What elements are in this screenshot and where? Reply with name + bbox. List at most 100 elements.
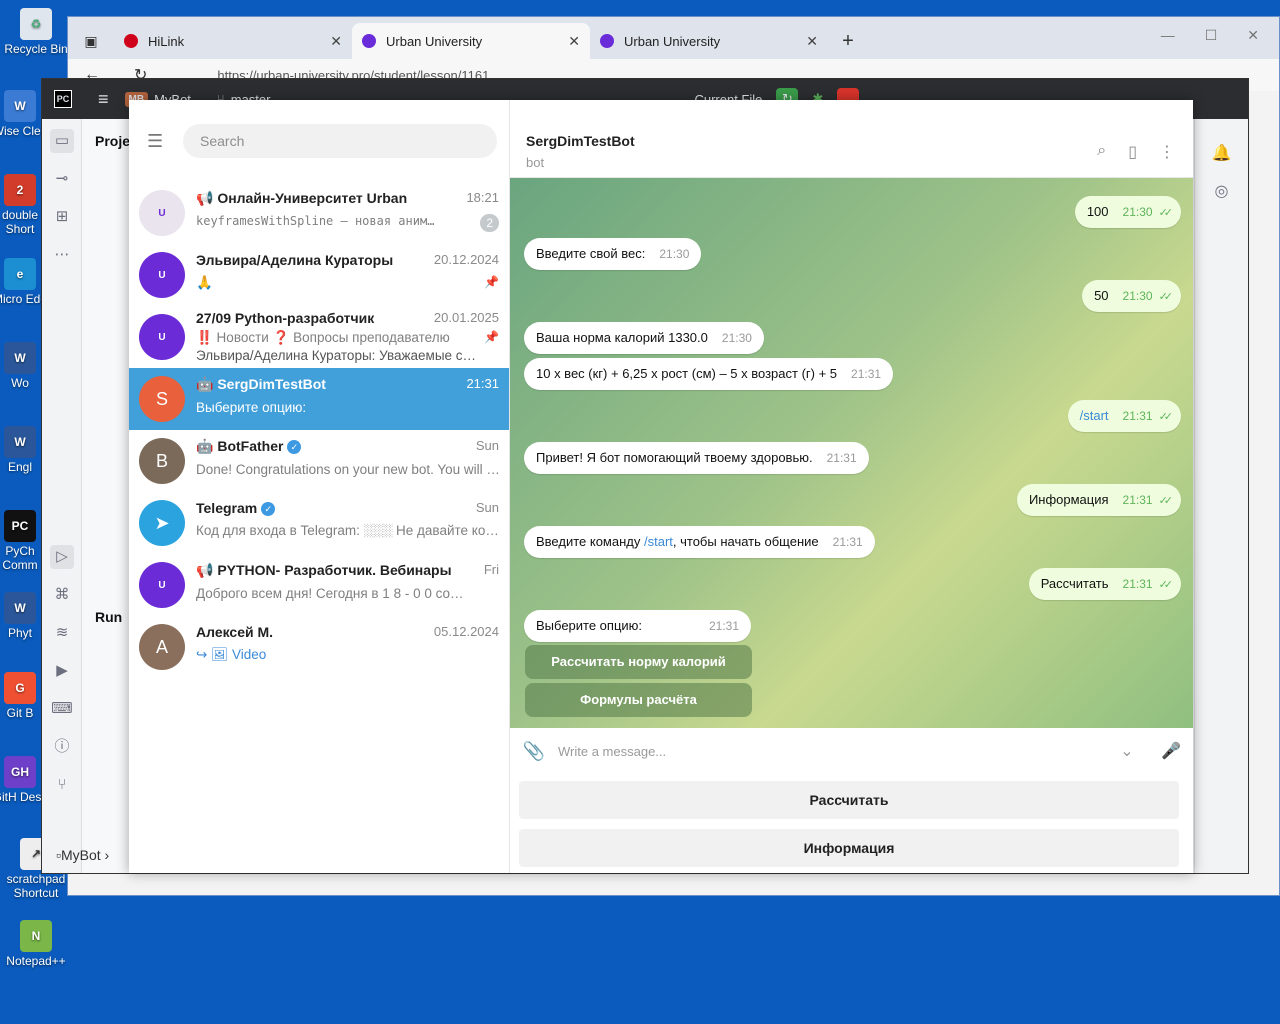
conversation-panel: SergDimTestBot bot ⌕ ▯ ⋮ 100 21:30 ✓✓ Введ… — [510, 100, 1193, 873]
urban-icon — [600, 34, 614, 48]
avatar: U — [139, 314, 185, 360]
pin-icon: 📌 — [484, 275, 499, 289]
message-outgoing[interactable]: Информация 21:31 ✓✓ — [1016, 484, 1181, 516]
search-row: ☰ Search — [129, 100, 509, 182]
chat-name: 27/09 Python-разработчик — [196, 310, 375, 326]
message-outgoing[interactable]: Рассчитать 21:31 ✓✓ — [1028, 568, 1181, 600]
message-incoming[interactable]: Введите команду /start, чтобы начать общ… — [524, 526, 875, 558]
services-icon[interactable]: ▶ — [50, 659, 74, 683]
project-panel-title: Proje — [95, 133, 131, 149]
ai-assistant-icon[interactable]: ◎ — [1210, 181, 1234, 201]
chat-last-message: Эльвира/Аделина Кураторы: Уважаемые с… — [196, 348, 477, 363]
chat-last-message: Код для входа в Telegram: ░░░ Не давайте… — [196, 523, 499, 538]
chat-item-python-group[interactable]: U 27/09 Python-разработчик 20.01.2025 ‼️ … — [129, 306, 509, 368]
bot-icon: 🤖 — [196, 376, 218, 392]
chat-last-message: keyframesWithSpline — новая аним… — [196, 214, 435, 228]
commit-icon[interactable]: ⊸ — [50, 167, 74, 191]
message-incoming[interactable]: Выберите опцию: 21:31 — [524, 610, 751, 642]
chat-name: Эльвира/Аделина Кураторы — [196, 252, 394, 268]
new-tab-button[interactable]: + — [828, 23, 868, 59]
chat-last-message: 🙏 — [196, 275, 213, 290]
terminal-icon[interactable]: ⌨ — [50, 697, 74, 721]
main-menu-icon[interactable]: ≡ — [98, 89, 109, 110]
header-actions: ⌕ ▯ ⋮ — [1097, 142, 1175, 162]
attach-icon[interactable]: 📎 — [510, 741, 558, 762]
message-incoming[interactable]: Привет! Я бот помогающий твоему здоровью… — [524, 442, 869, 474]
more-options-icon[interactable]: ⋮ — [1159, 142, 1175, 162]
message-outgoing[interactable]: 100 21:30 ✓✓ — [1074, 196, 1181, 228]
inline-button-calc-calories[interactable]: Рассчитать норму калорий — [525, 645, 752, 679]
read-checkmarks-icon: ✓✓ — [1158, 579, 1174, 591]
window-controls: — ☐ ✕ — [1161, 27, 1259, 44]
read-checkmarks-icon: ✓✓ — [1158, 291, 1174, 303]
message-incoming[interactable]: 10 х вес (кг) + 6,25 x рост (см) – 5 х в… — [524, 358, 894, 390]
chat-header[interactable]: SergDimTestBot bot ⌕ ▯ ⋮ — [510, 100, 1193, 178]
message-outgoing[interactable]: 50 21:30 ✓✓ — [1082, 280, 1181, 312]
chat-item-aleksey[interactable]: А Алексей М. 05.12.2024 ↪ 🖼 Video — [129, 616, 509, 678]
chat-item-python-webinars[interactable]: U 📢 PYTHON- Разработчик. Вебинары Fri Доб… — [129, 554, 509, 616]
chat-time: Sun — [475, 500, 499, 515]
chat-time: 18:21 — [466, 190, 499, 205]
breadcrumb: ▫MyBot › — [56, 847, 110, 863]
run-tool-icon[interactable]: ▷ — [50, 545, 74, 569]
search-input[interactable]: Search — [183, 124, 497, 158]
chat-last-message: Выберите опцию: — [196, 400, 307, 415]
reply-keyboard-calc-button[interactable]: Рассчитать — [519, 781, 1179, 819]
hamburger-menu-icon[interactable]: ☰ — [147, 131, 165, 152]
close-icon[interactable]: ✕ — [330, 33, 342, 50]
tab-urban-university[interactable]: Urban University ✕ — [590, 23, 828, 59]
start-command-link[interactable]: /start — [644, 534, 673, 549]
tab-hilink[interactable]: HiLink ✕ — [114, 23, 352, 59]
reply-keyboard-info-button[interactable]: Информация — [519, 829, 1179, 867]
message-composer: 📎 Write a message... ⌄ 🎤 — [510, 728, 1193, 774]
minimize-icon[interactable]: — — [1161, 27, 1175, 44]
avatar: U — [139, 562, 185, 608]
inline-button-formulas[interactable]: Формулы расчёта — [525, 683, 752, 717]
avatar: А — [139, 624, 185, 670]
tab-actions-icon[interactable]: ▣ — [68, 23, 114, 59]
maximize-icon[interactable]: ☐ — [1205, 27, 1218, 44]
chat-name: SergDimTestBot — [217, 376, 326, 392]
structure-icon[interactable]: ⊞ — [50, 205, 74, 229]
message-outgoing[interactable]: /start 21:31 ✓✓ — [1067, 400, 1181, 432]
message-incoming[interactable]: Введите свой вес: 21:30 — [524, 238, 702, 270]
project-folder-icon[interactable]: ▭ — [50, 129, 74, 153]
chat-item-urban[interactable]: U 📢 Онлайн-Университет Urban 18:21 keyfra… — [129, 182, 509, 244]
read-checkmarks-icon: ✓✓ — [1158, 495, 1174, 507]
close-icon[interactable]: ✕ — [806, 33, 818, 50]
chat-last-message: Доброго всем дня! Сегодня в 1 8 - 0 0 со… — [196, 586, 464, 601]
microphone-icon[interactable]: 🎤 — [1149, 741, 1193, 761]
message-input[interactable]: Write a message... — [558, 744, 1105, 759]
read-checkmarks-icon: ✓✓ — [1158, 207, 1174, 219]
avatar: U — [139, 190, 185, 236]
problems-icon[interactable]: ⓘ — [50, 735, 74, 759]
message-incoming[interactable]: Ваша норма калорий 1330.0 21:30 — [524, 322, 764, 354]
git-icon[interactable]: ⑂ — [50, 773, 74, 797]
chat-item-curators[interactable]: U Эльвира/Аделина Кураторы 20.12.2024 🙏 📌 — [129, 244, 509, 306]
notifications-icon[interactable]: 🔔 — [1210, 143, 1234, 163]
close-icon[interactable]: ✕ — [568, 33, 580, 50]
bot-icon: 🤖 — [196, 438, 218, 454]
chat-item-sergdimtestbot[interactable]: S 🤖 SergDimTestBot 21:31 Выберите опцию: — [129, 368, 509, 430]
python-console-icon[interactable]: ⌘ — [50, 583, 74, 607]
recycle-bin-icon[interactable]: ♻ Recycle Bin — [0, 8, 72, 56]
keyboard-toggle-icon[interactable]: ⌄ — [1105, 741, 1149, 761]
sidebar-toggle-icon[interactable]: ▯ — [1128, 142, 1137, 162]
chat-item-botfather[interactable]: B 🤖 BotFather ✓ Sun Done! Congratulations … — [129, 430, 509, 492]
telegram-window: — ☐ ✕ ☰ Search U 📢 Онлайн-Университет Ur… — [129, 100, 1193, 873]
notepad-plus-plus-icon[interactable]: N Notepad++ — [0, 920, 72, 968]
chat-name: Telegram — [196, 500, 258, 516]
chat-item-telegram[interactable]: ➤ Telegram ✓ Sun Код для входа в Telegram:… — [129, 492, 509, 554]
unread-badge: 2 — [480, 214, 499, 232]
chat-time: 20.01.2025 — [433, 310, 499, 325]
search-icon[interactable]: ⌕ — [1097, 142, 1106, 162]
chat-last-message: ↪ 🖼 Video — [196, 647, 267, 662]
telegram-logo-icon: ➤ — [139, 500, 185, 546]
tab-urban-university-active[interactable]: Urban University ✕ — [352, 23, 590, 59]
avatar: U — [139, 252, 185, 298]
more-icon[interactable]: ⋯ — [50, 243, 74, 267]
layers-icon[interactable]: ≋ — [50, 621, 74, 645]
close-window-icon[interactable]: ✕ — [1247, 27, 1259, 44]
chat-list-panel: ☰ Search U 📢 Онлайн-Университет Urban 18:… — [129, 100, 510, 873]
chat-time: 21:31 — [466, 376, 499, 391]
